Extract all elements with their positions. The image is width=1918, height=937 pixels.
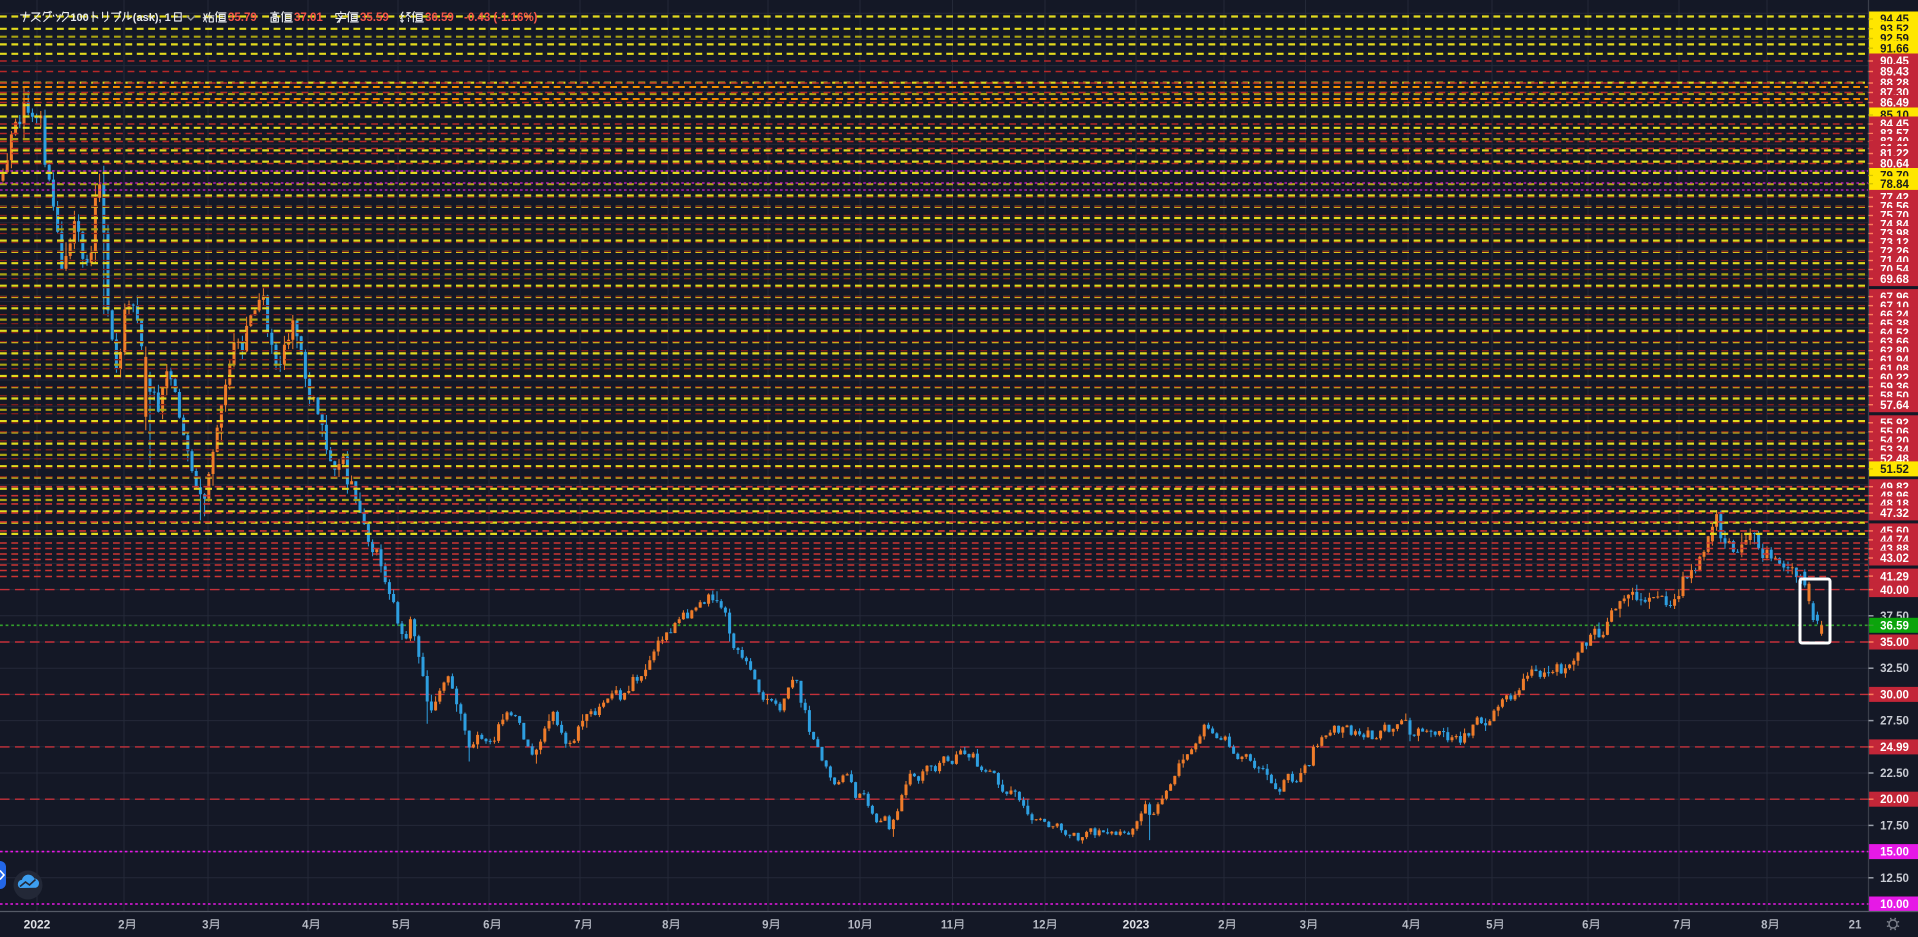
svg-text:30.00: 30.00 — [1880, 689, 1909, 701]
svg-text:41.29: 41.29 — [1880, 571, 1909, 583]
svg-text:27.50: 27.50 — [1880, 716, 1909, 728]
svg-text:8: 8 — [1761, 920, 1768, 932]
svg-text:35.59: 35.59 — [360, 12, 389, 24]
svg-text:17.50: 17.50 — [1880, 820, 1909, 832]
svg-text:78.84: 78.84 — [1880, 179, 1909, 191]
svg-text:3: 3 — [202, 920, 208, 932]
svg-text:10.00: 10.00 — [1880, 899, 1909, 911]
svg-text:7: 7 — [574, 920, 580, 932]
svg-text:2023: 2023 — [1123, 918, 1150, 932]
svg-text:2: 2 — [1218, 920, 1224, 932]
svg-text:5: 5 — [1486, 920, 1493, 932]
svg-text:4: 4 — [1402, 920, 1409, 932]
svg-text:-0.43 (-1.16%): -0.43 (-1.16%) — [464, 12, 538, 24]
svg-text:51.52: 51.52 — [1880, 464, 1909, 476]
svg-text:22.50: 22.50 — [1880, 768, 1909, 780]
svg-text:21: 21 — [1849, 920, 1862, 932]
svg-text:32.50: 32.50 — [1880, 663, 1909, 675]
svg-text:6: 6 — [483, 920, 489, 932]
svg-text:11: 11 — [941, 920, 954, 932]
svg-text:2: 2 — [118, 920, 124, 932]
svg-text:12: 12 — [1033, 920, 1046, 932]
svg-text:6: 6 — [1582, 920, 1588, 932]
svg-text:3: 3 — [1300, 920, 1306, 932]
svg-text:57.64: 57.64 — [1880, 400, 1909, 412]
svg-text:(ask), 1: (ask), 1 — [133, 12, 171, 24]
svg-text:43.02: 43.02 — [1880, 553, 1909, 565]
svg-text:35.79: 35.79 — [228, 12, 257, 24]
svg-text:8: 8 — [662, 920, 669, 932]
svg-text:40.00: 40.00 — [1880, 585, 1909, 597]
svg-text:10: 10 — [848, 920, 861, 932]
svg-text:24.99: 24.99 — [1880, 742, 1909, 754]
svg-text:36.59: 36.59 — [425, 12, 454, 24]
svg-text:9: 9 — [762, 920, 768, 932]
svg-text:2022: 2022 — [24, 918, 51, 932]
svg-text:5: 5 — [392, 920, 399, 932]
svg-text:47.32: 47.32 — [1880, 508, 1909, 520]
svg-text:12.50: 12.50 — [1880, 873, 1909, 885]
svg-text:20.00: 20.00 — [1880, 794, 1909, 806]
svg-text:15.00: 15.00 — [1880, 847, 1909, 859]
svg-text:100: 100 — [70, 12, 88, 24]
svg-text:4: 4 — [302, 920, 309, 932]
svg-text:37.01: 37.01 — [294, 12, 323, 24]
svg-text:36.59: 36.59 — [1880, 620, 1909, 632]
svg-text:69.68: 69.68 — [1880, 274, 1909, 286]
svg-text:7: 7 — [1673, 920, 1679, 932]
svg-text:35.00: 35.00 — [1880, 637, 1909, 649]
